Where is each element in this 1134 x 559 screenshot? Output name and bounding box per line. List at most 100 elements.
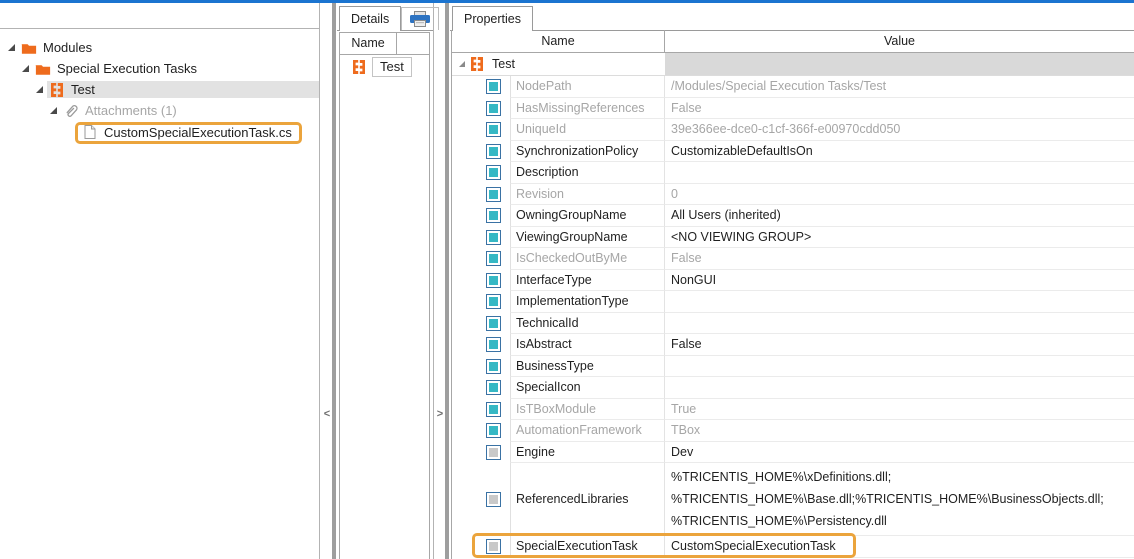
property-flag-checkbox[interactable] [486, 380, 501, 395]
property-flag-checkbox[interactable] [486, 273, 501, 288]
folder-icon [35, 62, 51, 76]
tab-details[interactable]: Details [339, 6, 401, 31]
splitter-bar-left[interactable] [332, 3, 336, 559]
property-value-cell[interactable]: CustomizableDefaultIsOn [665, 141, 1134, 163]
property-value-cell[interactable]: All Users (inherited) [665, 205, 1134, 227]
property-row-description: Description [452, 162, 1134, 184]
properties-root-label: Test [492, 57, 515, 71]
folder-icon [21, 41, 37, 55]
property-flag-checkbox[interactable] [486, 251, 501, 266]
property-value-cell[interactable]: /Modules/Special Execution Tasks/Test [665, 76, 1134, 98]
property-value-cell[interactable] [665, 377, 1134, 399]
property-row-specialicon: SpecialIcon [452, 377, 1134, 399]
module-icon [469, 57, 485, 71]
property-value-cell[interactable]: <NO VIEWING GROUP> [665, 227, 1134, 249]
property-flag-checkbox[interactable] [486, 423, 501, 438]
property-flag-checkbox[interactable] [486, 79, 501, 94]
property-value-cell[interactable]: NonGUI [665, 270, 1134, 292]
property-name-cell: SynchronizationPolicy [510, 141, 665, 163]
splitter-bar-right[interactable] [445, 3, 449, 559]
property-name-cell: ReferencedLibraries [510, 463, 665, 536]
details-tabstrip: Details [337, 3, 433, 31]
module-tree-panel: Modules Special Execution Tasks Test Att… [0, 3, 320, 559]
property-row-isabstract: IsAbstract False [452, 334, 1134, 356]
property-value-cell[interactable]: False [665, 334, 1134, 356]
property-flag-checkbox[interactable] [486, 165, 501, 180]
property-row-nodepath: NodePath /Modules/Special Execution Task… [452, 76, 1134, 98]
property-name-cell: SpecialExecutionTask [510, 536, 665, 558]
property-name-cell: AutomationFramework [510, 420, 665, 442]
property-row-technicalid: TechnicalId [452, 313, 1134, 335]
property-value-cell[interactable]: 39e366ee-dce0-c1cf-366f-e00970cdd050 [665, 119, 1134, 141]
property-value-cell[interactable]: False [665, 248, 1134, 270]
property-name-cell: ViewingGroupName [510, 227, 665, 249]
module-icon [49, 83, 65, 97]
property-flag-checkbox[interactable] [486, 492, 501, 507]
property-flag-checkbox[interactable] [486, 187, 501, 202]
property-flag-checkbox[interactable] [486, 208, 501, 223]
property-row-businesstype: BusinessType [452, 356, 1134, 378]
details-column-header-spacer [397, 33, 429, 54]
property-flag-checkbox[interactable] [486, 539, 501, 554]
property-flag-checkbox[interactable] [486, 144, 501, 159]
property-value-cell[interactable]: 0 [665, 184, 1134, 206]
property-value-cell[interactable] [665, 356, 1134, 378]
print-button[interactable] [401, 7, 439, 30]
expander-icon[interactable] [8, 44, 15, 51]
tree-item-attachments-1[interactable]: Attachments (1) [0, 100, 319, 121]
property-name-cell: BusinessType [510, 356, 665, 378]
property-flag-checkbox[interactable] [486, 337, 501, 352]
property-name-cell: NodePath [510, 76, 665, 98]
property-row-automationframework: AutomationFramework TBox [452, 420, 1134, 442]
property-flag-checkbox[interactable] [486, 122, 501, 137]
property-flag-checkbox[interactable] [486, 294, 501, 309]
property-flag-checkbox[interactable] [486, 316, 501, 331]
property-row-uniqueid: UniqueId 39e366ee-dce0-c1cf-366f-e00970c… [452, 119, 1134, 141]
property-flag-checkbox[interactable] [486, 101, 501, 116]
property-flag-checkbox[interactable] [486, 402, 501, 417]
property-name-cell: TechnicalId [510, 313, 665, 335]
expander-icon[interactable] [459, 61, 465, 67]
property-row-interfacetype: InterfaceType NonGUI [452, 270, 1134, 292]
property-name-cell: SpecialIcon [510, 377, 665, 399]
property-value-cell[interactable] [665, 162, 1134, 184]
tab-properties[interactable]: Properties [452, 6, 533, 31]
property-name-cell: IsCheckedOutByMe [510, 248, 665, 270]
property-value-cell[interactable]: %TRICENTIS_HOME%\xDefinitions.dll;%TRICE… [665, 463, 1134, 536]
property-value-cell[interactable] [665, 291, 1134, 313]
expander-icon[interactable] [50, 107, 57, 114]
property-row-owninggroupname: OwningGroupName All Users (inherited) [452, 205, 1134, 227]
property-name-cell: IsTBoxModule [510, 399, 665, 421]
expander-icon[interactable] [22, 65, 29, 72]
property-flag-checkbox[interactable] [486, 359, 501, 374]
tree-item-label: Attachments (1) [85, 103, 177, 118]
property-value-cell[interactable]: TBox [665, 420, 1134, 442]
property-row-engine: Engine Dev [452, 442, 1134, 464]
properties-root-row-test[interactable]: Test [452, 53, 1134, 76]
tree-item-customspecialexecutiontask-cs[interactable]: CustomSpecialExecutionTask.cs [0, 121, 319, 144]
tree-item-test[interactable]: Test [0, 79, 319, 100]
tree-item-label: Test [71, 82, 95, 97]
property-value-cell[interactable]: Dev [665, 442, 1134, 464]
expander-icon[interactable] [36, 86, 43, 93]
property-value-cell[interactable]: CustomSpecialExecutionTask [665, 536, 1134, 558]
property-flag-checkbox[interactable] [486, 445, 501, 460]
property-name-cell: Engine [510, 442, 665, 464]
details-row-test[interactable]: Test [340, 55, 429, 79]
property-name-cell: HasMissingReferences [510, 98, 665, 120]
property-row-viewinggroupname: ViewingGroupName <NO VIEWING GROUP> [452, 227, 1134, 249]
printer-icon [409, 11, 431, 28]
property-value-cell[interactable] [665, 313, 1134, 335]
tree-item-special-execution-tasks[interactable]: Special Execution Tasks [0, 58, 319, 79]
property-flag-checkbox[interactable] [486, 230, 501, 245]
tree-item-label: CustomSpecialExecutionTask.cs [104, 125, 292, 140]
tree-item-modules[interactable]: Modules [0, 37, 319, 58]
properties-grid: Name Value Test NodePath /Modules/Specia… [451, 30, 1134, 559]
property-rows: NodePath /Modules/Special Execution Task… [452, 76, 1134, 558]
details-row-test-label[interactable]: Test [372, 57, 412, 77]
property-name-cell: UniqueId [510, 119, 665, 141]
property-row-istboxmodule: IsTBoxModule True [452, 399, 1134, 421]
properties-root-value-cell [665, 53, 1134, 75]
property-value-cell[interactable]: True [665, 399, 1134, 421]
property-value-cell[interactable]: False [665, 98, 1134, 120]
